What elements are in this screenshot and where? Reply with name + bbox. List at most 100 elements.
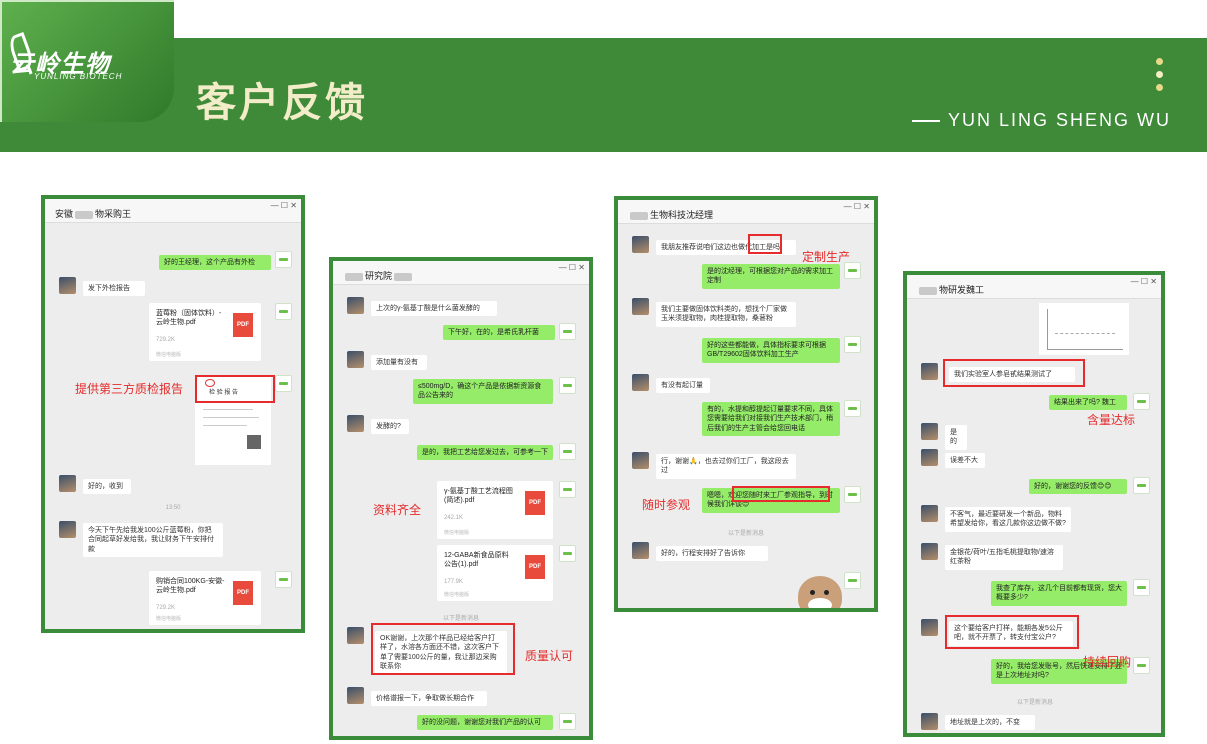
window-controls[interactable]: — ☐ ✕: [1131, 277, 1157, 286]
chat-header: 安徽 物采购王 — ☐ ✕: [45, 199, 301, 223]
puppy-sticker: [798, 576, 842, 608]
avatar-me: [275, 375, 292, 392]
message-in: 上次的γ-氨基丁酸是什么菌发酵的: [371, 301, 497, 317]
annotation-label: 随时参观: [642, 498, 691, 512]
avatar: [347, 687, 364, 704]
pdf-icon: PDF: [233, 581, 253, 605]
message-in: 有没有起订量: [656, 378, 710, 394]
message-in: 好的，行程安排好了告诉你: [656, 546, 768, 562]
avatar-me: [559, 713, 576, 730]
avatar: [347, 415, 364, 432]
file-size: 242.1K: [444, 515, 464, 521]
logo-tab: 云岭生物 YUNLING BIOTECH: [0, 0, 174, 122]
highlight-box: [943, 359, 1085, 387]
chat-card-4: 物研发魏工 — ☐ ✕ 我们实验室人参皂甙结果测试了 结果出来了吗? 魏工 含量…: [903, 271, 1165, 737]
window-controls[interactable]: — ☐ ✕: [559, 263, 585, 272]
chat-card-3: 生物科技沈经理 — ☐ ✕ 我朋友推荐说咱们这边也做代加工是吗 定制生产 是的沈…: [614, 196, 878, 612]
file-card[interactable]: 12-GABA新食品原料公告(1).pdf 177.9K 微信电脑版 PDF: [437, 545, 553, 601]
avatar: [632, 374, 649, 391]
pdf-icon: PDF: [525, 491, 545, 515]
annotation-label: 提供第三方质检报告: [75, 382, 184, 396]
avatar-me: [275, 303, 292, 320]
file-name: γ-氨基丁酸工艺流程图(简述).pdf: [444, 488, 513, 505]
subtitle-text: YUN LING SHENG WU: [948, 110, 1172, 130]
message-out: 好的没问题，谢谢您对我们产品的认可: [417, 715, 553, 731]
avatar: [632, 542, 649, 559]
window-controls[interactable]: — ☐ ✕: [271, 201, 297, 210]
message-in: 好的，收到: [83, 479, 131, 495]
pdf-icon: PDF: [233, 313, 253, 337]
chat-title: 研究院: [343, 269, 414, 282]
message-in: 误差不大: [945, 453, 985, 469]
logo-subtext: YUNLING BIOTECH: [34, 72, 123, 81]
file-card[interactable]: 购销合同100KG-安徽-云岭生物.pdf 729.2K 微信电脑版 PDF: [149, 571, 261, 625]
avatar-me: [844, 486, 861, 503]
annotation-label: 质量认可: [525, 649, 574, 663]
file-source: 微信电脑版: [156, 352, 182, 358]
chat-title: 物研发魏工: [917, 283, 984, 296]
avatar-me: [559, 377, 576, 394]
file-name: 购销合同100KG-安徽-云岭生物.pdf: [156, 578, 225, 595]
avatar: [59, 521, 76, 538]
message-out: 下午好，在的，是希氏乳杆菌: [443, 325, 555, 341]
avatar: [921, 449, 938, 466]
message-out: 有的，水提和醇提起订量要求不同，具体您需要给我们对接我们生产技术部门，稍后我们的…: [702, 402, 840, 437]
slide: 云岭生物 YUNLING BIOTECH 客户反馈 YUN LING SHENG…: [0, 0, 1207, 744]
chat-title: 生物科技沈经理: [628, 208, 713, 221]
highlight-box: [195, 375, 275, 403]
chat-header: 物研发魏工 — ☐ ✕: [907, 275, 1161, 299]
message-in: 价格谱报一下，争取做长期合作: [371, 691, 487, 707]
annotation-label: 持续回购: [1083, 655, 1132, 669]
avatar-me: [844, 572, 861, 589]
avatar: [921, 363, 938, 380]
timestamp: 13:50: [165, 505, 181, 511]
file-name: 12-GABA新食品原料公告(1).pdf: [444, 552, 509, 569]
annotation-label: 资料齐全: [373, 503, 422, 517]
message-out: 好的，谢谢您的反馈😊😊: [1029, 479, 1127, 495]
file-card[interactable]: γ-氨基丁酸工艺流程图(简述).pdf 242.1K 微信电脑版 PDF: [437, 481, 553, 539]
message-out: 结果出来了吗? 魏工: [1049, 395, 1127, 411]
avatar: [347, 351, 364, 368]
page-title: 客户反馈: [196, 81, 368, 125]
file-source: 微信电脑版: [444, 592, 470, 598]
avatar: [632, 298, 649, 315]
pdf-icon: PDF: [525, 555, 545, 579]
message-in: 发下外检报告: [83, 281, 145, 297]
avatar: [347, 627, 364, 644]
avatar: [921, 505, 938, 522]
avatar: [921, 543, 938, 560]
avatar-me: [1133, 477, 1150, 494]
message-in: 我们主要做固体饮料类的，想找个厂家做玉米须提取物，肉桂提取物，桑葚粉: [656, 302, 796, 327]
message-in: 行，谢谢🙏，也去过你们工厂，我这段去过: [656, 454, 796, 479]
file-source: 微信电脑版: [156, 616, 182, 622]
avatar: [921, 713, 938, 730]
dash-line: [912, 120, 940, 123]
chart-thumbnail[interactable]: [1039, 303, 1129, 355]
new-message-divider: 以下是新消息: [1017, 700, 1054, 706]
dot: [1156, 84, 1163, 91]
file-size: 177.9K: [444, 579, 464, 585]
avatar: [347, 297, 364, 314]
avatar-me: [275, 251, 292, 268]
highlight-box: [945, 615, 1079, 649]
message-in: 是的: [945, 425, 967, 450]
avatar-me: [844, 336, 861, 353]
chat-header: 生物科技沈经理 — ☐ ✕: [618, 200, 874, 224]
message-out: 是的，我把工艺给您发过去，可参考一下: [417, 445, 553, 461]
chat-card-1: 安徽 物采购王 — ☐ ✕ 好的王经理，这个产品有外检 发下外检报告 蓝莓粉（固体…: [41, 195, 305, 633]
avatar-me: [559, 323, 576, 340]
new-message-divider: 以下是新消息: [728, 531, 765, 537]
header-banner: [0, 38, 1207, 152]
window-controls[interactable]: — ☐ ✕: [844, 202, 870, 211]
message-in: 地址就是上次的，不变: [945, 715, 1035, 731]
avatar-me: [559, 481, 576, 498]
avatar-me: [1133, 579, 1150, 596]
annotation-label: 定制生产: [802, 250, 851, 264]
file-size: 729.2K: [156, 337, 176, 343]
message-out: 是的沈经理，可根据您对产品的需求加工定制: [702, 264, 840, 289]
avatar: [632, 452, 649, 469]
dot: [1156, 58, 1163, 65]
highlight-box: [732, 486, 830, 502]
file-card[interactable]: 蓝莓粉（固体饮料）-云岭生物.pdf 729.2K 微信电脑版 PDF: [149, 303, 261, 361]
avatar-me: [1133, 393, 1150, 410]
